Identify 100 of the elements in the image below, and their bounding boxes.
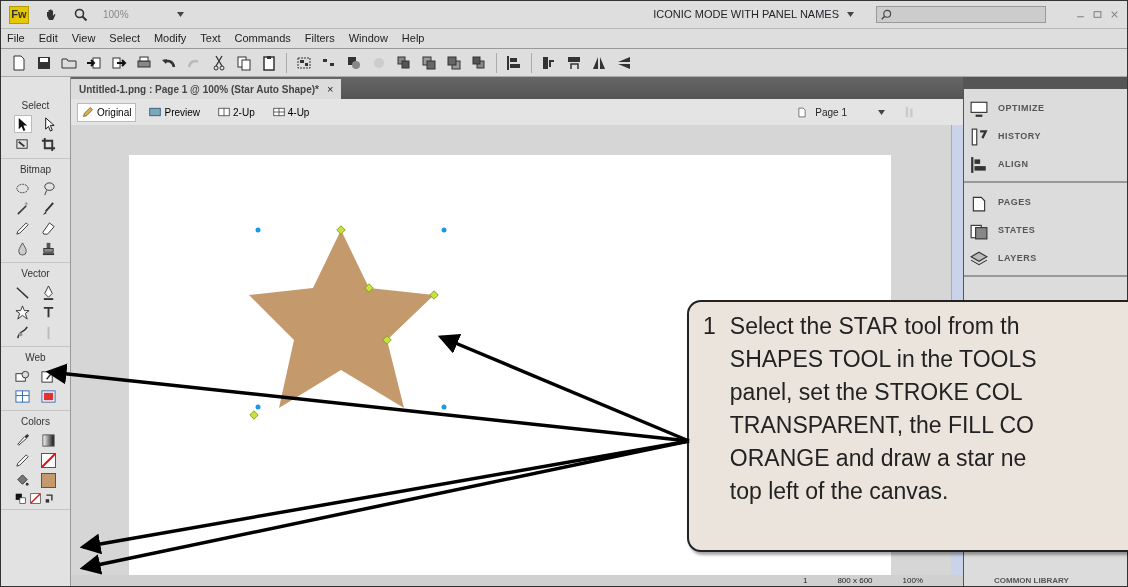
step-number: 1 [703,312,716,341]
star-icon [15,304,30,320]
tool-section-label: Select [21,99,50,113]
monitor-icon [970,100,988,118]
tool-button[interactable] [13,451,32,469]
page-icon [970,194,988,212]
view-tab[interactable]: 2-Up [213,102,260,122]
rotate-left-icon[interactable] [541,54,557,71]
panel-item[interactable]: COMMON LIBRARY [964,575,1127,586]
page-number: 1 [802,575,808,586]
grid-icon [15,388,30,404]
zoom-level: 100% [902,575,923,586]
panel-item[interactable]: PAGES [970,189,1032,217]
menu-item[interactable]: Edit [38,30,58,47]
panel-item[interactable]: HISTORY [970,123,1041,151]
selection-handle[interactable] [441,227,447,233]
paint-bucket-icon [15,472,30,488]
tool-button[interactable] [13,115,32,133]
eyedropper-icon [15,432,30,448]
swap-colors-icon[interactable] [45,493,56,504]
fill-color-swatch[interactable] [39,471,58,489]
zoom-icon[interactable] [73,6,89,23]
flip-vertical-icon[interactable] [616,54,632,71]
search-field[interactable] [876,6,1046,23]
menu-item[interactable]: Window [348,30,388,47]
hotspot-icon [15,368,30,384]
tool-button[interactable] [39,135,58,153]
stroke-color-swatch[interactable] [39,451,58,469]
two-panes-icon [218,106,231,118]
close-tab-button[interactable]: × [327,83,334,95]
line-icon [15,284,30,300]
slice-overlay-icon [41,388,56,404]
send-backward-icon[interactable] [446,54,462,71]
print-icon[interactable] [136,54,152,71]
bring-forward-icon[interactable] [421,54,437,71]
menu-item[interactable]: Select [109,30,140,47]
canvas-size: 800 x 600 [837,575,873,586]
selection-handle[interactable] [255,227,261,233]
tool-button[interactable] [39,219,58,237]
send-back-icon[interactable] [471,54,487,71]
default-colors-icon[interactable] [15,493,26,504]
menu-item[interactable]: File [7,30,25,47]
close-icon[interactable] [1110,10,1119,19]
control-point[interactable] [429,290,439,300]
tool-section-label: Colors [21,415,50,429]
control-point[interactable] [382,335,392,345]
panel-item[interactable]: OPTIMIZE [970,95,1045,123]
search-icon [881,9,892,20]
selection-handle[interactable] [441,404,447,410]
app-logo: Fw [9,5,29,24]
panel-item[interactable]: ALIGN [970,151,1029,179]
tool-button[interactable] [39,431,58,449]
scissors-icon[interactable] [211,54,227,71]
tool-section-label: Bitmap [19,163,52,177]
workspace-dropdown[interactable]: ICONIC MODE WITH PANEL NAMES [645,6,862,23]
slice-icon [41,368,56,384]
freeform-icon [15,324,30,340]
document-title: Untitled-1.png : Page 1 @ 100% (Star Auto Shape)* [79,82,319,97]
align-left-icon[interactable] [506,54,522,71]
panel-item[interactable]: STATES [970,217,1036,245]
group-icon[interactable] [296,54,312,71]
control-point[interactable] [336,225,346,235]
eraser-icon [41,220,56,236]
new-document-icon[interactable] [11,54,27,71]
document-tab[interactable]: Untitled-1.png : Page 1 @ 100% (Star Auto Shape)* × [71,79,342,99]
align-icon [970,156,988,174]
view-tab[interactable]: Preview [144,102,206,122]
view-tab[interactable]: 4-Up [267,102,315,122]
control-point[interactable] [364,283,374,293]
clipboard-icon[interactable] [261,54,277,71]
picture-icon [149,106,162,118]
gradient-icon [41,432,56,448]
callout-text: Select the STAR tool from th SHAPES TOOL in the TOOLS panel, set the STROKE COL TRANSPARENT, the FILL CO ORANGE and draw a star ne top left of the canvas. [729,312,1037,506]
no-color-icon[interactable] [30,493,41,504]
panel-item[interactable]: LAYERS [970,245,1037,273]
import-icon[interactable] [86,54,102,71]
pen-icon [41,284,56,300]
menu-item[interactable]: Modify [153,30,187,47]
menu-item[interactable]: Commands [234,30,291,47]
pencil-icon [15,452,30,468]
tool-section-label: Vector [21,267,50,281]
menu-item[interactable]: Filters [304,30,335,47]
rotate-right-icon[interactable] [566,54,582,71]
combine-icon[interactable] [346,54,362,71]
menu-item[interactable]: View [71,30,96,47]
menu-item[interactable]: Text [200,30,221,47]
menu-item[interactable]: Help [401,30,425,47]
view-tab[interactable]: Original [77,102,137,122]
four-panes-icon [272,106,285,118]
drop-icon [15,240,30,256]
page-dropdown[interactable]: Page 1 [797,104,885,120]
tool-button[interactable] [13,303,32,321]
export-icon[interactable] [111,54,127,71]
bring-front-icon[interactable] [396,54,412,71]
tool-button[interactable] [13,219,32,237]
copy-icon[interactable] [236,54,252,71]
save-icon[interactable] [36,54,52,71]
text-icon [41,304,56,320]
selection-handle[interactable] [255,404,261,410]
film-icon [970,222,988,240]
